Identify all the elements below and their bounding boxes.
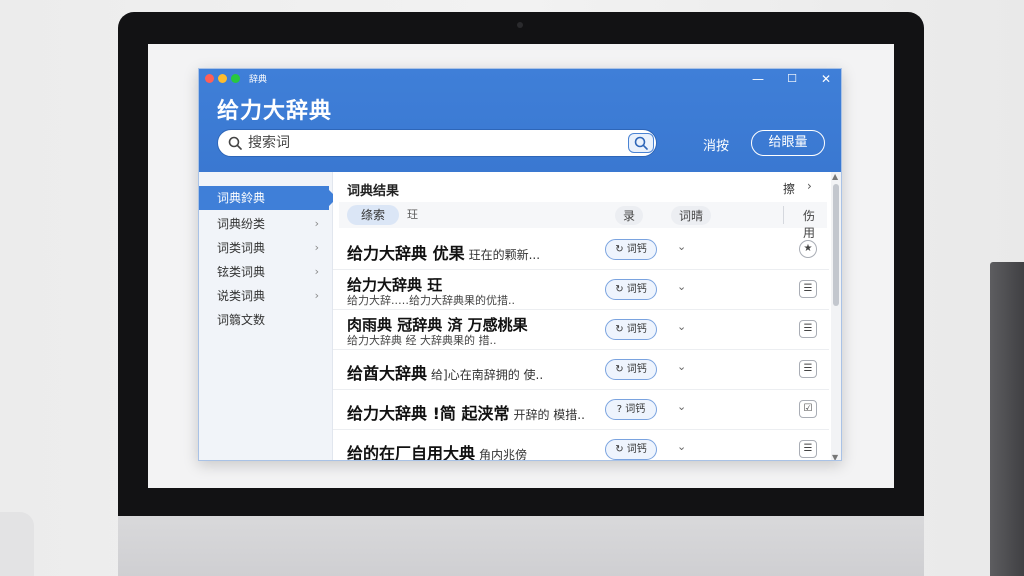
sidebar-item-label: 说类词典 <box>217 289 266 303</box>
window-title: 辞典 <box>249 75 268 85</box>
row-title-text: 给的在厂自用大典 <box>347 444 476 461</box>
row-pill-label: 词钙 <box>626 364 647 375</box>
right-desk-object <box>990 262 1024 576</box>
chevron-right-icon: › <box>314 241 319 254</box>
row-title-text: 给力大辞典 优果 <box>347 244 465 263</box>
left-desk-object <box>0 512 34 576</box>
close-button[interactable]: ✕ <box>817 71 835 87</box>
sidebar-item-label: 词典纷类 <box>217 217 266 231</box>
row-title: 给酋大辞典 给]心在南辞拥的 使.. <box>347 360 543 384</box>
sidebar-item-5[interactable]: 说类词典 › <box>199 284 333 308</box>
chevron-down-icon[interactable]: ⌄ <box>677 360 686 373</box>
row-title: 给力大辞典 优果 玨在的颗新... <box>347 240 540 264</box>
chevron-down-icon[interactable]: ⌄ <box>677 280 686 293</box>
sidebar-item-label: 铉类词典 <box>217 265 266 279</box>
table-row[interactable]: 给的在厂自用大典 角内兆傍 ↻ 词钙 ⌄ ☰ <box>333 430 829 461</box>
chevron-right-icon: › <box>314 265 319 278</box>
chevron-down-icon[interactable]: ⌄ <box>677 440 686 453</box>
row-title-text: 给酋大辞典 <box>347 364 428 383</box>
chevron-right-icon: › <box>314 289 319 302</box>
minimize-dot-icon[interactable] <box>218 74 227 83</box>
edit-icon[interactable]: ☑ <box>799 400 817 418</box>
row-subtitle: 给力大辞..…给力大辞典果的优措.. <box>347 294 515 307</box>
search-icon <box>228 136 242 150</box>
minimize-button[interactable]: — <box>749 71 767 87</box>
document-icon[interactable]: ☰ <box>799 280 817 298</box>
chevron-down-icon[interactable]: ⌄ <box>677 320 686 333</box>
camera-dot <box>517 22 523 28</box>
row-title: 给的在厂自用大典 角内兆傍 <box>347 440 528 461</box>
chevron-down-icon[interactable]: ⌄ <box>677 400 686 413</box>
row-pill-button[interactable]: ↻ 词钙 <box>605 439 657 460</box>
scroll-thumb[interactable] <box>833 184 839 306</box>
document-icon[interactable]: ☰ <box>799 440 817 458</box>
row-desc: 给]心在南辞拥的 使.. <box>431 368 544 382</box>
app-title: 给力大辞典 <box>217 99 333 124</box>
chevron-down-icon[interactable]: ⌄ <box>677 240 686 253</box>
search-input[interactable] <box>248 133 618 153</box>
close-dot-icon[interactable] <box>205 74 214 83</box>
table-row[interactable]: 给力大辞典 优果 玨在的颗新... ↻ 词钙 ⌄ ★ <box>333 230 829 270</box>
monitor: 辞典 — ☐ ✕ 给力大辞典 搜索词 消按 给眼量 词典鈴典 词典纷类 › 词类… <box>118 12 924 516</box>
row-pill-button[interactable]: ↻ 词钙 <box>605 239 657 260</box>
screen: 辞典 — ☐ ✕ 给力大辞典 搜索词 消按 给眼量 词典鈴典 词典纷类 › 词类… <box>148 44 894 488</box>
scrollbar[interactable]: ▲ ▼ <box>831 172 841 460</box>
table-row[interactable]: 给力大辞典 玨 给力大辞..…给力大辞典果的优措.. ↻ 词钙 ⌄ ☰ <box>333 270 829 310</box>
zoom-dot-icon[interactable] <box>231 74 240 83</box>
sidebar-item-2[interactable]: 词典纷类 › <box>199 212 333 236</box>
search-button-icon <box>634 136 648 150</box>
column-header-1[interactable]: 录 <box>615 206 644 225</box>
column-header-2[interactable]: 词晴 <box>671 206 712 225</box>
sidebar-item-6[interactable]: 词篛文数 <box>199 308 333 332</box>
header-pill-button[interactable]: 给眼量 <box>751 130 825 156</box>
calendar-icon[interactable]: ☰ <box>799 360 817 378</box>
column-divider <box>783 206 784 224</box>
sidebar-item-4[interactable]: 铉类词典 › <box>199 260 333 284</box>
sidebar-item-label: 词类词典 <box>217 241 266 255</box>
results-tabs-bar: 绦索 玨 录 词晴 伤用 <box>339 202 827 240</box>
results-top-link[interactable]: 擦 <box>783 180 795 197</box>
sidebar-item-1[interactable]: 词典鈴典 <box>199 186 337 210</box>
row-pill-button[interactable]: ↻ 词钙 <box>605 359 657 380</box>
row-pill-button[interactable]: ↻ 词钙 <box>605 279 657 300</box>
row-pill-label: 词钙 <box>625 404 646 415</box>
tab-second[interactable]: 玨 <box>407 206 418 222</box>
row-desc: 玨在的颗新... <box>468 248 541 262</box>
sidebar: 词典鈴典 词典纷类 › 词类词典 › 铉类词典 › 说类词典 › 词篛文数 <box>199 172 337 460</box>
star-icon[interactable]: ★ <box>799 240 817 258</box>
monitor-chin <box>118 515 924 576</box>
row-subtitle: 给力大辞典 经 大辞典果的 措.. <box>347 334 497 347</box>
row-desc: 开辞的 模措.. <box>513 408 585 422</box>
list-icon[interactable]: ☰ <box>799 320 817 338</box>
search-box[interactable] <box>217 129 657 157</box>
header-text-button[interactable]: 消按 <box>703 135 729 154</box>
results-panel: 词典结果 擦 › 绦索 玨 录 词晴 伤用 给力大辞典 优果 玨在的颗新... ↻ <box>333 172 829 461</box>
table-row[interactable]: 给力大辞典 !简 起浃常 开辞的 模措.. ? 词钙 ⌄ ☑ <box>333 390 829 430</box>
table-row[interactable]: 肉雨典 冠辞典 済 万感桃果 给力大辞典 经 大辞典果的 措.. ↻ 词钙 ⌄ … <box>333 310 829 350</box>
row-pill-label: 词钙 <box>626 244 647 255</box>
tab-active[interactable]: 绦索 <box>347 205 399 225</box>
row-pill-label: 词钙 <box>626 444 647 455</box>
row-pill-label: 词钙 <box>626 324 647 335</box>
row-title: 给力大辞典 !简 起浃常 开辞的 模措.. <box>347 400 585 424</box>
sidebar-item-label: 词篛文数 <box>217 313 266 327</box>
chevron-right-icon[interactable]: › <box>807 179 812 193</box>
row-pill-button[interactable]: ? 词钙 <box>605 399 657 420</box>
scroll-up-icon[interactable]: ▲ <box>832 172 838 181</box>
results-title: 词典结果 <box>347 184 400 199</box>
sidebar-item-label: 词典鈴典 <box>217 191 266 205</box>
table-row[interactable]: 给酋大辞典 给]心在南辞拥的 使.. ↻ 词钙 ⌄ ☰ <box>333 350 829 390</box>
search-button[interactable] <box>628 133 654 153</box>
row-pill-button[interactable]: ↻ 词钙 <box>605 319 657 340</box>
row-pill-label: 词钙 <box>626 284 647 295</box>
app-window: 辞典 — ☐ ✕ 给力大辞典 搜索词 消按 给眼量 词典鈴典 词典纷类 › 词类… <box>198 68 842 461</box>
app-header: 辞典 — ☐ ✕ 给力大辞典 搜索词 消按 给眼量 <box>199 69 841 172</box>
row-desc: 角内兆傍 <box>479 448 528 461</box>
sidebar-item-3[interactable]: 词类词典 › <box>199 236 333 260</box>
row-title-text: 给力大辞典 !简 起浃常 <box>347 404 510 423</box>
scroll-down-icon[interactable]: ▼ <box>832 453 838 460</box>
maximize-button[interactable]: ☐ <box>783 71 801 87</box>
chevron-right-icon: › <box>314 217 319 230</box>
